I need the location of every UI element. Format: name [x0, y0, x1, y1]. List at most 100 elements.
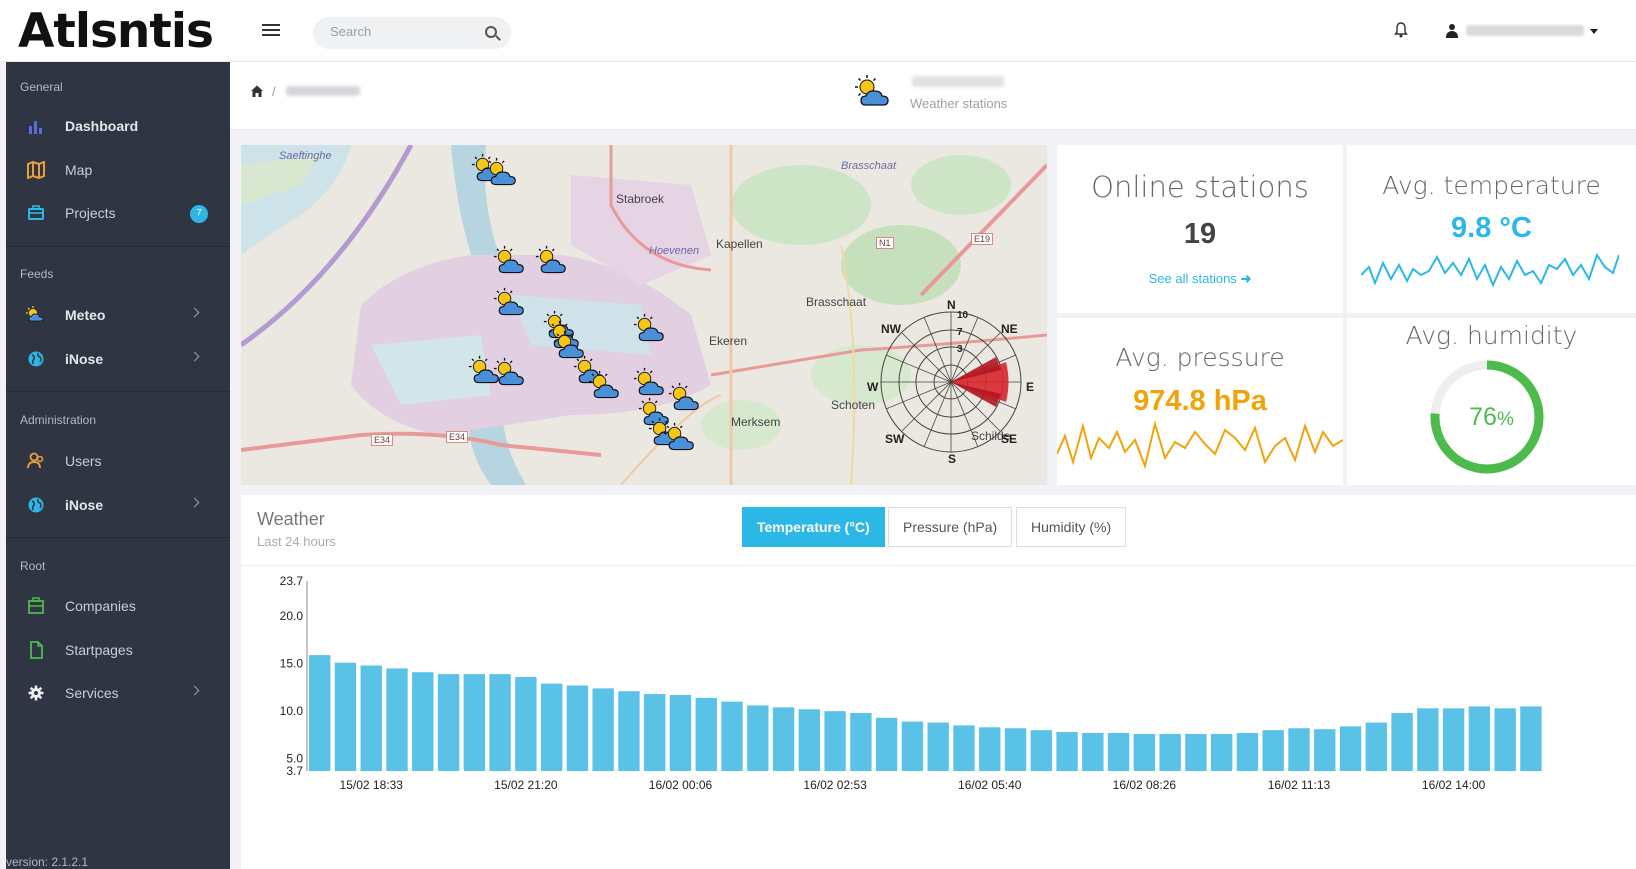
- chart-bar[interactable]: [1520, 706, 1542, 771]
- chart-bar[interactable]: [850, 713, 872, 771]
- home-icon[interactable]: [250, 84, 264, 98]
- weather-station-marker[interactable]: [491, 287, 527, 319]
- avg-humidity-title: Avg. humidity: [1405, 321, 1578, 350]
- map-road-label: E34: [446, 431, 469, 443]
- chart-bar[interactable]: [1442, 708, 1465, 771]
- chart-bar[interactable]: [618, 691, 640, 771]
- weather-station-marker[interactable]: [661, 422, 697, 454]
- chart-bar[interactable]: [1468, 706, 1491, 771]
- chart-bar[interactable]: [1339, 726, 1362, 771]
- sidebar-item-meteo[interactable]: Meteo: [6, 295, 230, 335]
- chart-bar[interactable]: [979, 727, 1001, 771]
- x-tick-label: 15/02 21:20: [494, 778, 558, 792]
- x-tick-label: 16/02 02:53: [803, 778, 867, 792]
- chart-bar[interactable]: [540, 683, 563, 771]
- chart-bar[interactable]: [592, 688, 614, 771]
- sidebar-divider: [6, 537, 230, 538]
- weather-station-marker[interactable]: [483, 157, 519, 189]
- weather-station-marker[interactable]: [533, 245, 569, 277]
- sidebar-item-companies[interactable]: Companies: [6, 586, 230, 626]
- chart-bar[interactable]: [566, 685, 589, 772]
- chart-bar[interactable]: [1185, 733, 1207, 771]
- section-title-administration: Administration: [20, 413, 97, 427]
- sidebar-item-services[interactable]: Services: [6, 673, 230, 713]
- chart-bar[interactable]: [1082, 733, 1104, 771]
- user-menu[interactable]: [1446, 22, 1598, 40]
- chart-bar[interactable]: [515, 676, 537, 771]
- sidebar-item-dashboard[interactable]: Dashboard: [6, 106, 230, 146]
- brand-logo[interactable]: Atlsntis: [18, 4, 214, 59]
- compass-label-nw: NW: [881, 322, 901, 336]
- chart-bar[interactable]: [334, 662, 357, 771]
- tab-humidity[interactable]: Humidity (%): [1016, 507, 1127, 547]
- chart-bar[interactable]: [1056, 732, 1078, 771]
- y-tick-label: 3.7: [286, 764, 303, 778]
- bell-icon[interactable]: [1394, 22, 1408, 38]
- chart-bar[interactable]: [1314, 729, 1336, 771]
- chart-bar[interactable]: [1159, 733, 1181, 771]
- compass-label-n: N: [947, 298, 956, 312]
- compass-label-w: W: [867, 380, 879, 394]
- weather-station-marker[interactable]: [631, 367, 667, 399]
- chart-bar[interactable]: [798, 709, 821, 771]
- users-icon: [27, 452, 44, 469]
- chart-bar[interactable]: [1417, 708, 1439, 771]
- chart-bar[interactable]: [1365, 722, 1387, 771]
- weather-station-marker[interactable]: [491, 357, 527, 389]
- chart-bar[interactable]: [1494, 708, 1516, 771]
- menu-toggle-icon[interactable]: [262, 24, 280, 38]
- sidebar-item-projects[interactable]: Projects 7: [6, 193, 230, 233]
- page-subtitle: Weather stations: [910, 96, 1008, 111]
- see-all-stations-link[interactable]: See all stations ➜: [1057, 271, 1343, 287]
- search-input[interactable]: [330, 24, 480, 39]
- search-icon[interactable]: [485, 26, 497, 38]
- sidebar-item-startpages[interactable]: Startpages: [6, 630, 230, 670]
- chart-bar[interactable]: [953, 725, 975, 771]
- chart-bar[interactable]: [875, 717, 898, 771]
- chart-bar[interactable]: [721, 701, 743, 771]
- chart-bar[interactable]: [1391, 713, 1413, 771]
- chart-bar[interactable]: [927, 722, 949, 771]
- chart-bar[interactable]: [644, 694, 666, 771]
- chart-bar[interactable]: [360, 665, 382, 771]
- weather-station-marker[interactable]: [491, 245, 527, 277]
- avg-pressure-title: Avg. pressure: [1115, 343, 1285, 372]
- sidebar-divider: [6, 391, 230, 392]
- chart-bar[interactable]: [772, 707, 795, 771]
- chart-bar[interactable]: [747, 705, 769, 771]
- sidebar-item-inose-admin[interactable]: iNose: [6, 485, 230, 525]
- user-name-redacted: [1466, 25, 1584, 36]
- sidebar-item-label: Meteo: [65, 307, 106, 323]
- sidebar-item-users[interactable]: Users: [6, 441, 230, 481]
- station-map[interactable]: Saeftinghe Stabroek Hoevenen Kapellen Brassc…: [241, 145, 1047, 485]
- sidebar-item-map[interactable]: Map: [6, 150, 230, 190]
- chart-bar[interactable]: [695, 697, 717, 771]
- weather-station-marker[interactable]: [631, 313, 667, 345]
- chart-bar[interactable]: [1133, 733, 1156, 771]
- y-tick-label: 20.0: [280, 609, 304, 623]
- chart-bar[interactable]: [1107, 733, 1130, 771]
- chart-bar[interactable]: [309, 655, 331, 771]
- tab-temperature[interactable]: Temperature (°C): [742, 507, 885, 547]
- chart-bar[interactable]: [1236, 733, 1259, 771]
- chart-bar[interactable]: [1030, 730, 1052, 771]
- chart-bar[interactable]: [669, 695, 692, 771]
- chart-bar[interactable]: [1288, 728, 1310, 771]
- sidebar-item-label: Map: [65, 162, 93, 178]
- chart-bar[interactable]: [1262, 730, 1284, 771]
- breadcrumb-redacted[interactable]: [286, 86, 360, 96]
- chart-bar[interactable]: [412, 672, 434, 771]
- chart-bar[interactable]: [824, 711, 846, 771]
- chart-bar[interactable]: [437, 674, 460, 771]
- chart-bar[interactable]: [901, 721, 924, 771]
- weather-station-marker[interactable]: [586, 370, 622, 402]
- chart-bar[interactable]: [489, 674, 511, 771]
- chart-bar[interactable]: [1004, 728, 1027, 771]
- chart-bar[interactable]: [463, 674, 486, 771]
- tab-pressure[interactable]: Pressure (hPa): [888, 507, 1013, 547]
- avg-pressure-card: Avg. pressure 974.8 hPa: [1057, 318, 1343, 485]
- chart-bar[interactable]: [386, 668, 408, 771]
- chart-bar[interactable]: [1210, 733, 1233, 771]
- sidebar-item-inose-feed[interactable]: iNose: [6, 339, 230, 379]
- version-label: version: 2.1.2.1: [6, 855, 89, 869]
